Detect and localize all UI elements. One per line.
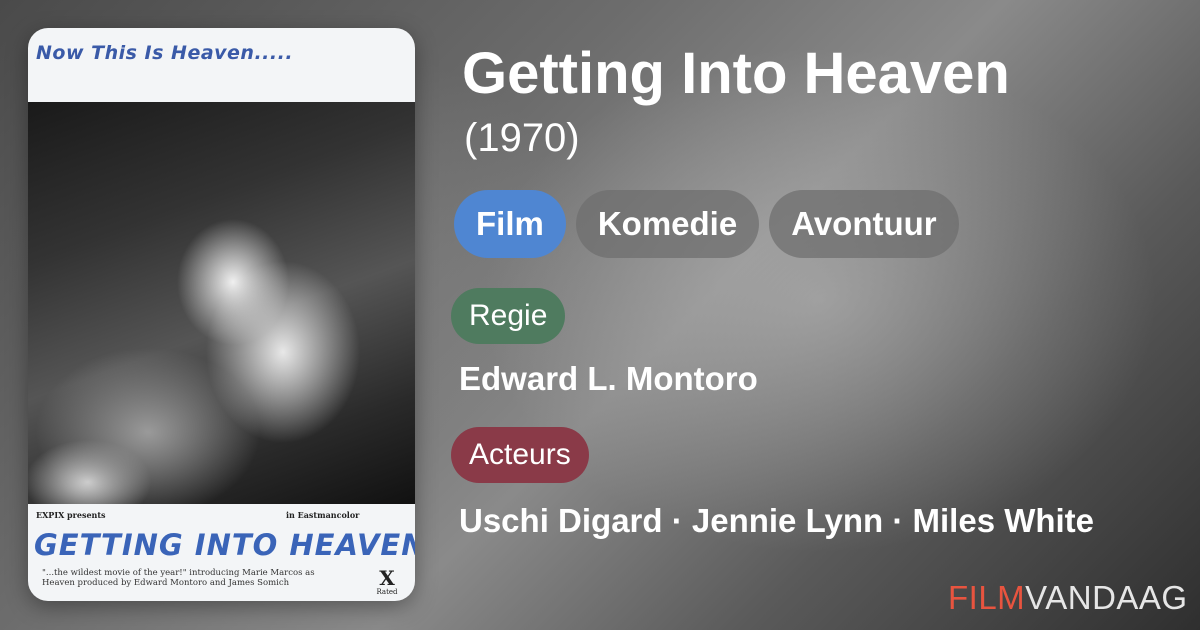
director-name: Edward L. Montoro: [459, 360, 758, 397]
poster-rating: X Rated: [372, 568, 402, 596]
actor-list: Uschi Digard · Jennie Lynn · Miles White: [459, 502, 1095, 539]
filmvandaag-logo: FILMVANDAAG: [948, 578, 1188, 618]
acteurs-badge: Acteurs: [451, 427, 589, 483]
poster-credit-left: EXPIX presents: [36, 510, 106, 520]
logo-part-film: FILM: [948, 579, 1026, 616]
poster-credit-right: in Eastmancolor: [286, 510, 360, 520]
genre-chip-film[interactable]: Film: [454, 190, 566, 258]
poster-title: GETTING INTO HEAVEN: [34, 528, 415, 562]
poster-rating-sub: Rated: [376, 588, 398, 596]
regie-badge: Regie: [451, 288, 566, 344]
poster-rating-letter: X: [379, 566, 395, 590]
logo-part-vandaag: VANDAAG: [1025, 579, 1188, 616]
poster-tagline: Now This Is Heaven.....: [36, 42, 294, 64]
genre-chip-komedie[interactable]: Komedie: [575, 190, 760, 258]
poster-photo: [28, 102, 415, 504]
genre-chip-avontuur[interactable]: Avontuur: [769, 190, 959, 258]
movie-poster: Now This Is Heaven..... EXPIX presents i…: [28, 28, 415, 601]
movie-year: (1970): [464, 116, 580, 160]
poster-blurb: "...the wildest movie of the year!" intr…: [42, 568, 315, 588]
genre-list: Film Komedie Avontuur: [454, 190, 959, 258]
movie-title: Getting Into Heaven: [462, 41, 1010, 106]
